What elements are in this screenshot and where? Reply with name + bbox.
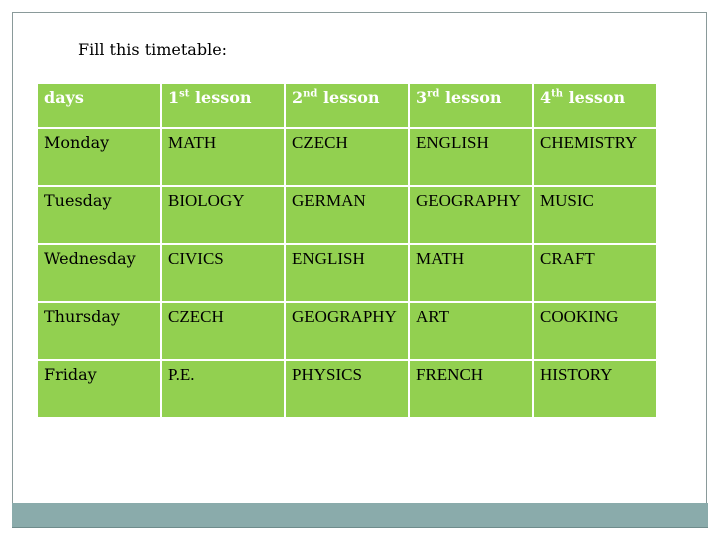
lesson-cell: FRENCH [410,361,532,417]
header-label: lesson [189,88,252,107]
footer-bar [12,503,708,528]
lesson-cell: COOKING [534,303,656,359]
header-label: lesson [563,88,626,107]
header-cell-lesson-4: 4th lesson [534,84,656,127]
lesson-cell: ENGLISH [286,245,408,301]
day-cell: Wednesday [38,245,160,301]
header-label: days [44,88,84,107]
header-number: 2 [292,88,304,107]
day-cell: Thursday [38,303,160,359]
header-label: lesson [317,88,380,107]
header-ordinal: st [179,88,190,100]
lesson-cell: BIOLOGY [162,187,284,243]
header-cell-days: days [38,84,160,127]
lesson-cell: CRAFT [534,245,656,301]
lesson-cell: MATH [410,245,532,301]
timetable: days 1st lesson 2nd lesson 3rd lesson 4t… [36,82,658,419]
header-number: 4 [540,88,552,107]
table-row: Monday MATH CZECH ENGLISH CHEMISTRY [38,129,656,185]
lesson-cell: CIVICS [162,245,284,301]
header-label: lesson [439,88,502,107]
lesson-cell: MUSIC [534,187,656,243]
table-header-row: days 1st lesson 2nd lesson 3rd lesson 4t… [38,84,656,127]
day-cell: Tuesday [38,187,160,243]
lesson-cell: MATH [162,129,284,185]
lesson-cell: GEOGRAPHY [410,187,532,243]
lesson-cell: PHYSICS [286,361,408,417]
header-ordinal: rd [427,88,440,100]
header-number: 3 [416,88,428,107]
day-cell: Friday [38,361,160,417]
lesson-cell: HISTORY [534,361,656,417]
header-cell-lesson-1: 1st lesson [162,84,284,127]
header-cell-lesson-3: 3rd lesson [410,84,532,127]
table-row: Tuesday BIOLOGY GERMAN GEOGRAPHY MUSIC [38,187,656,243]
header-cell-lesson-2: 2nd lesson [286,84,408,127]
table-row: Friday P.E. PHYSICS FRENCH HISTORY [38,361,656,417]
header-ordinal: nd [303,88,318,100]
lesson-cell: GEOGRAPHY [286,303,408,359]
table-row: Thursday CZECH GEOGRAPHY ART COOKING [38,303,656,359]
page-title: Fill this timetable: [78,40,228,59]
lesson-cell: CZECH [162,303,284,359]
day-cell: Monday [38,129,160,185]
lesson-cell: CZECH [286,129,408,185]
lesson-cell: P.E. [162,361,284,417]
lesson-cell: CHEMISTRY [534,129,656,185]
lesson-cell: ENGLISH [410,129,532,185]
header-ordinal: th [551,88,564,100]
lesson-cell: ART [410,303,532,359]
header-number: 1 [168,88,180,107]
lesson-cell: GERMAN [286,187,408,243]
table-row: Wednesday CIVICS ENGLISH MATH CRAFT [38,245,656,301]
